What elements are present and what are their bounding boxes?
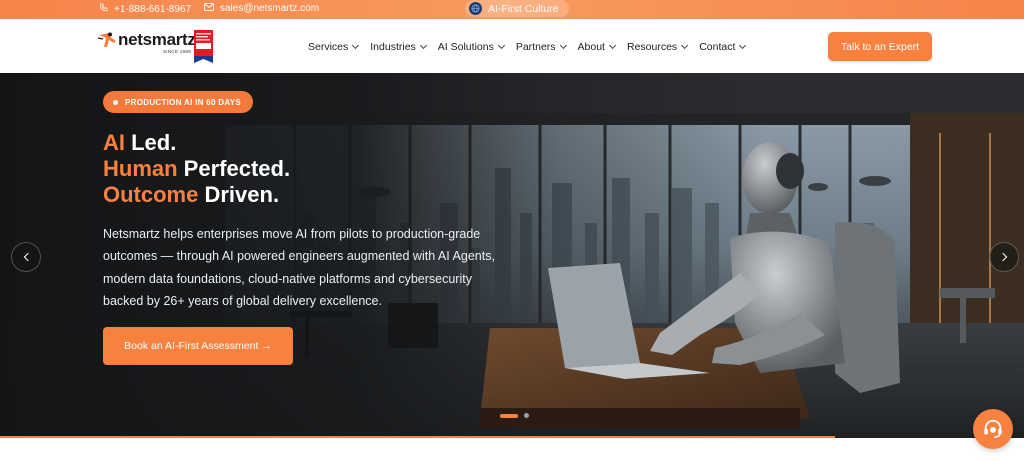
logo-text: netsmartz [118,30,196,49]
chevron-right-icon [998,252,1007,262]
nav-item-label: AI Solutions [437,41,494,53]
chevron-down-icon [497,41,505,50]
headline-line-1: AI Led. [103,130,290,156]
nav-item-label: About [577,41,605,53]
headline-line-2: Human Perfected. [103,156,290,182]
nav-item-label: Services [308,41,349,53]
chevron-down-icon [681,41,689,50]
chevron-down-icon [352,41,360,50]
nav-item-label: Industries [370,41,416,53]
phone-icon [99,3,108,15]
top-bar: +1-888-661-8967 sales@netsmartz.com AI-F… [0,0,1024,19]
nav-item-industries[interactable]: Industries [370,41,427,53]
book-assessment-button[interactable]: Book an AI-First Assessment → [103,327,293,365]
great-place-to-work-badge [194,30,213,63]
headline-rest: Perfected. [177,156,291,181]
pill-label: PRODUCTION AI IN 60 DAYS [125,97,241,107]
production-ai-pill: PRODUCTION AI IN 60 DAYS [103,91,253,113]
nav-item-services[interactable]: Services [308,41,360,53]
carousel-dot-active[interactable] [500,413,518,418]
carousel-indicators [500,413,529,418]
logo-since: SINCE 1999 [163,49,192,54]
nav-item-about[interactable]: About [577,41,617,53]
carousel-prev-button[interactable] [11,242,41,272]
headline-line-3: Outcome Driven. [103,182,290,208]
nav-item-ai-solutions[interactable]: AI Solutions [437,41,505,53]
nav-item-label: Partners [515,41,556,53]
headline-accent: Outcome [103,182,199,207]
globe-icon [469,2,482,15]
support-headset-icon [984,419,1002,438]
phone-number: +1-888-661-8967 [114,3,192,15]
hero-section: PRODUCTION AI IN 60 DAYS AI Led. Human P… [0,73,1024,438]
hero-bottom-accent-line [0,436,835,438]
pill-dot-icon [113,99,118,105]
nav-item-resources[interactable]: Resources [626,41,689,53]
carousel-dot[interactable] [524,413,529,418]
logo-mark-icon [97,32,116,47]
chevron-down-icon [419,41,427,50]
culture-label: AI-First Culture [488,2,559,15]
hero-headline: AI Led. Human Perfected. Outcome Driven. [103,130,290,208]
nav-item-partners[interactable]: Partners [515,41,567,53]
main-navigation: netsmartz SINCE 1999 Services Industries… [0,19,1024,73]
support-chat-button[interactable] [973,409,1013,449]
mail-icon [204,3,214,14]
headline-accent: AI [103,130,125,155]
chevron-down-icon [739,41,747,50]
phone-link[interactable]: +1-888-661-8967 [99,3,191,15]
talk-to-expert-button[interactable]: Talk to an Expert [828,32,932,61]
nav-item-label: Resources [626,41,678,53]
email-link[interactable]: sales@netsmartz.com [204,3,319,14]
headline-rest: Driven. [198,182,280,207]
email-address: sales@netsmartz.com [220,3,320,14]
headline-accent: Human [103,156,178,181]
nav-item-label: Contact [699,41,736,53]
netsmartz-logo[interactable]: netsmartz SINCE 1999 [97,30,196,54]
nav-menu: Services Industries AI Solutions Partner… [308,41,747,53]
chevron-left-icon [23,252,32,262]
chevron-down-icon [559,41,567,50]
chevron-down-icon [608,41,617,50]
nav-item-contact[interactable]: Contact [699,41,747,53]
headline-rest: Led. [125,130,177,155]
hero-description: Netsmartz helps enterprises move AI from… [103,227,495,308]
ai-first-culture-link[interactable]: AI-First Culture [465,0,569,17]
carousel-next-button[interactable] [989,242,1019,272]
